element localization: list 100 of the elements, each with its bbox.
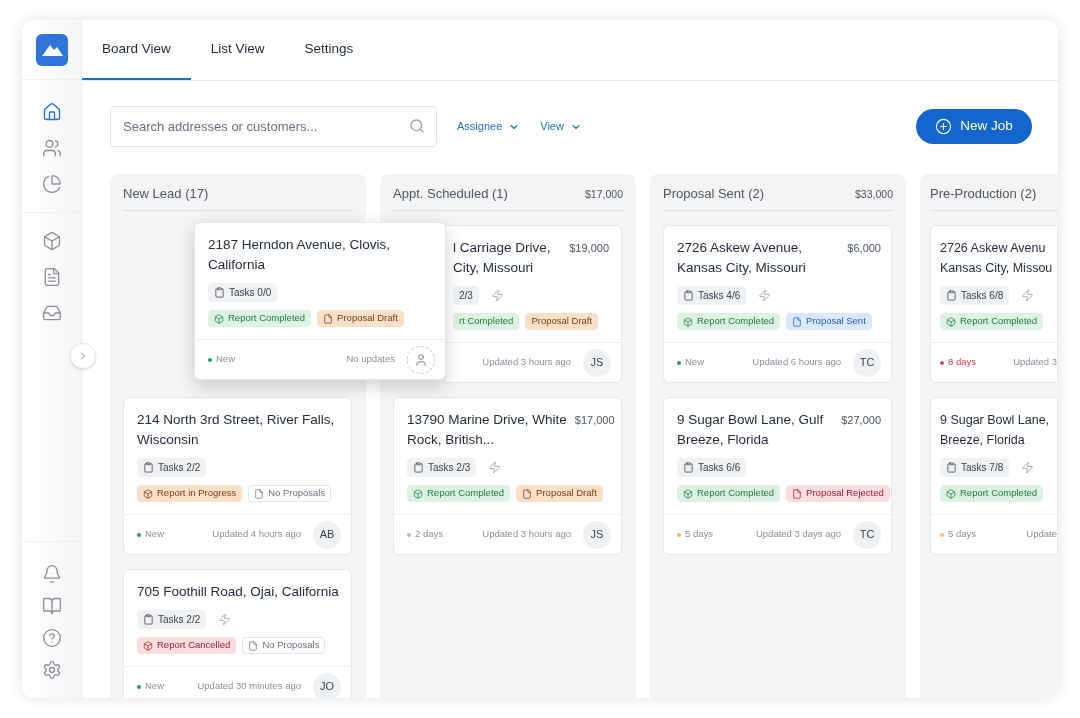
clipboard-icon xyxy=(413,462,424,473)
report-status-tag: Report in Progress xyxy=(137,485,243,502)
job-card[interactable]: 2726 Askew Avenu Kansas City, Missou Tasks 6/8 Report Completed 8 days Updated 3 xyxy=(930,225,1058,383)
status-label: New xyxy=(137,527,164,542)
job-card[interactable]: 2726 Askew Avenue, Kansas City, Missouri $6,000 Tasks 4/6 Report Completed Proposal Sent New Updated 6 hours ago TC xyxy=(663,225,892,383)
avatar: TC xyxy=(853,348,881,377)
avatar: AB xyxy=(313,520,341,549)
lightning-icon xyxy=(218,613,232,626)
report-status-tag: Report Completed xyxy=(940,313,1044,330)
column-total: $17,000 xyxy=(585,187,623,203)
report-status-tag: Report Completed xyxy=(940,485,1044,502)
user-icon xyxy=(414,352,428,367)
status-label: New xyxy=(137,679,164,694)
updated-time: Updated 6 hours ago xyxy=(752,355,841,370)
cube-icon xyxy=(41,231,62,251)
proposal-status-tag: No Proposals xyxy=(242,637,326,654)
report-status-tag: Report Completed xyxy=(407,485,511,502)
inbox-icon xyxy=(41,303,62,323)
job-amount: $19,000 xyxy=(569,241,609,256)
job-amount: $6,000 xyxy=(847,241,881,256)
tasks-chip: Tasks 0/0 xyxy=(208,283,278,302)
avatar: JS xyxy=(583,348,611,377)
dragged-job-card[interactable]: 2187 Herndon Avenue, Clovis, California Tasks 0/0 Report Completed Proposal Draft New No updates xyxy=(194,222,446,380)
search-icon xyxy=(409,118,425,134)
updated-time: Updated 3 days ago xyxy=(755,527,841,542)
proposal-status-tag: No Proposals xyxy=(248,485,332,502)
file-icon xyxy=(248,640,259,651)
job-address: 2726 Askew Avenue, Kansas City, Missouri xyxy=(677,239,806,277)
updated-time: Updated 3 xyxy=(1013,355,1057,370)
column-total: $33,000 xyxy=(855,187,893,203)
users-icon xyxy=(41,138,62,158)
status-label: 8 days xyxy=(940,355,976,370)
file-icon xyxy=(792,316,803,327)
settings-icon xyxy=(41,660,62,680)
column-title: Appt. Scheduled (1) xyxy=(393,184,508,203)
job-address: 214 North 3rd Street, River Falls, Wisconsin xyxy=(137,411,335,449)
mountain-logo xyxy=(35,33,68,66)
job-card[interactable]: 9 Sugar Bowl Lane, Gulf Breeze, Florida $27,000 Tasks 6/6 Report Completed Proposal Rejected 5 days Updated 3 days ago TC xyxy=(663,397,892,555)
bell-icon xyxy=(41,564,62,584)
lightning-icon xyxy=(490,289,504,302)
report-status-tag: Report Cancelled xyxy=(137,637,237,654)
updated-time: Updated 4 hours ago xyxy=(212,527,301,542)
tasks-chip: Tasks 2/2 xyxy=(137,610,207,629)
updated-time: Updated 30 minutes ago xyxy=(197,679,301,694)
updated-time: Update xyxy=(1026,527,1057,542)
proposal-status-tag: Proposal Sent xyxy=(786,313,872,330)
view-tab[interactable]: Settings xyxy=(284,20,374,80)
report-status-tag: Report Completed xyxy=(677,485,781,502)
new-job-button[interactable]: New Job xyxy=(916,109,1032,144)
job-card[interactable]: 214 North 3rd Street, River Falls, Wisconsin Tasks 2/2 Report in Progress No Proposals New Updated 4 hours ago AB xyxy=(123,397,352,555)
clipboard-icon xyxy=(214,287,225,298)
job-address: l Carriage Drive, City, Missouri xyxy=(453,239,551,277)
status-label: 5 days xyxy=(940,527,976,542)
job-address: 2726 Askew Avenu Kansas City, Missou xyxy=(940,240,1053,277)
tasks-chip: 2/3 xyxy=(453,286,479,305)
report-status-tag: rt Completed xyxy=(453,313,520,330)
column-title: Proposal Sent (2) xyxy=(663,184,765,203)
help-icon xyxy=(41,628,62,648)
file-icon xyxy=(254,488,265,499)
job-card[interactable]: 705 Foothill Road, Ojai, California Tasks 2/2 Report Cancelled No Proposals New Updated 30 minutes ago JO xyxy=(123,569,352,698)
job-address: 9 Sugar Bowl Lane, Gulf Breeze, Florida xyxy=(677,411,824,449)
lightning-icon xyxy=(758,289,772,302)
lightning-icon xyxy=(488,461,502,474)
proposal-status-tag: Proposal Rejected xyxy=(786,485,890,502)
status-label: 2 days xyxy=(407,527,443,542)
tasks-chip: Tasks 7/8 xyxy=(940,458,1010,477)
updated-time: Updated 3 hours ago xyxy=(482,527,571,542)
cube-icon xyxy=(143,640,153,651)
view-tab[interactable]: Board View xyxy=(82,20,191,80)
job-card[interactable]: l Carriage Drive, City, Missouri $19,000 2/3 rt Completed Proposal Draft Updated 3 hours ago JS xyxy=(445,225,622,383)
clipboard-icon xyxy=(946,290,957,301)
cube-icon xyxy=(683,316,693,327)
plus-circle-icon xyxy=(935,118,953,135)
cube-icon xyxy=(683,488,693,499)
job-amount: $27,000 xyxy=(841,413,881,428)
search-field[interactable]: Search addresses or customers... xyxy=(110,106,437,147)
view-tab[interactable]: List View xyxy=(190,20,285,80)
filter-dropdown[interactable]: Assignee xyxy=(457,118,521,135)
job-card[interactable]: 9 Sugar Bowl Lane, Breeze, Florida Tasks 7/8 Report Completed 5 days Update xyxy=(930,397,1058,555)
home-icon xyxy=(41,102,62,122)
updated-time: Updated 3 hours ago xyxy=(482,355,571,370)
tasks-chip: Tasks 4/6 xyxy=(677,286,747,305)
cube-icon xyxy=(946,316,956,327)
file-icon xyxy=(522,488,533,499)
job-card[interactable]: 13790 Marine Drive, White Rock, British... $17,000 Tasks 2/3 Report Completed Proposal Draft 2 days Updated 3 hours ago JS xyxy=(393,397,622,555)
lightning-icon xyxy=(1021,289,1035,302)
proposal-status-tag: Proposal Draft xyxy=(317,310,404,327)
proposal-status-tag: Proposal Draft xyxy=(516,485,603,502)
cube-icon xyxy=(214,313,224,324)
file-icon xyxy=(323,313,334,324)
column-title: New Lead (17) xyxy=(123,184,209,203)
proposal-status-tag: Proposal Draft xyxy=(525,313,599,330)
job-address: 13790 Marine Drive, White Rock, British... xyxy=(407,411,567,449)
filter-dropdown[interactable]: View xyxy=(540,118,582,135)
column-title: Pre-Production (2) xyxy=(930,184,1037,203)
avatar: TC xyxy=(853,520,881,549)
tasks-chip: Tasks 6/6 xyxy=(677,458,747,477)
clipboard-icon xyxy=(683,290,694,301)
tasks-chip: Tasks 2/3 xyxy=(407,458,477,477)
cube-icon xyxy=(946,488,956,499)
